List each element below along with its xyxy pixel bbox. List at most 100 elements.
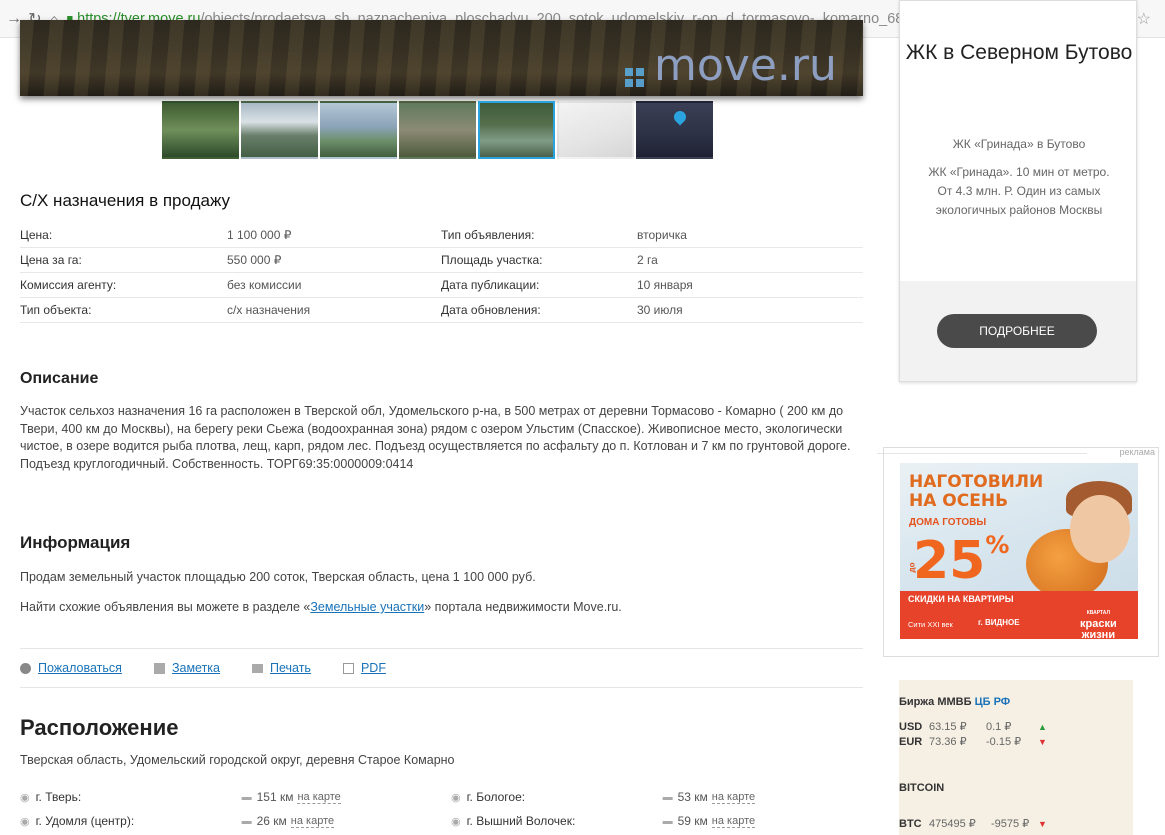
print-icon [252, 663, 263, 673]
location-title: Расположение [20, 715, 179, 740]
description-text: Участок сельхоз назначения 16 га располо… [20, 404, 851, 471]
spec-key: Цена: [20, 228, 53, 242]
spec-key: Дата публикации: [441, 278, 540, 292]
distance-km: 151 км [256, 790, 294, 804]
bookmark-star-icon[interactable]: ☆ [1137, 9, 1151, 29]
distance-km: 26 км [256, 814, 287, 828]
spec-row: Цена: 1 100 000 ₽ Тип объявления: вторичка [20, 223, 863, 248]
complain-label: Пожаловаться [38, 661, 122, 675]
btc-title: BITCOIN [899, 782, 945, 794]
print-button[interactable]: Печать [252, 661, 311, 675]
arrow-up-icon: ▲ [1038, 721, 1047, 732]
ad-container: НАГОТОВИЛИ НА ОСЕНЬ ДОМА ГОТОВЫ до 25% С… [883, 447, 1159, 657]
rate-code: USD [899, 720, 923, 733]
rate-row-usd: USD 63.15 ₽ 0.1 ₽ ▲ [899, 720, 1047, 734]
hero-photo[interactable]: move.ru [20, 20, 863, 96]
location-address: Тверская область, Удомельский городской … [20, 753, 455, 767]
spec-key: Тип объявления: [441, 228, 535, 242]
rate-value: 63.15 ₽ [929, 721, 967, 733]
forward-icon[interactable]: → [6, 10, 22, 28]
ad-brand-line3: жизни [1081, 629, 1116, 640]
complain-button[interactable]: Пожаловаться [20, 661, 122, 675]
car-icon: ▬ [662, 791, 673, 803]
photo-thumbnail[interactable] [399, 101, 476, 159]
map-link[interactable]: на карте [711, 791, 756, 804]
spec-value: вторичка [637, 228, 687, 242]
spec-key: Комиссия агенту: [20, 278, 117, 292]
city-name: г. Тверь: [35, 790, 82, 804]
spec-key: Дата обновления: [441, 303, 541, 317]
rate-value: 73.36 ₽ [929, 736, 967, 748]
photo-thumbnail[interactable] [320, 101, 397, 159]
car-icon: ▬ [662, 815, 673, 827]
spec-key: Площадь участка: [441, 253, 543, 267]
promo-description: ЖК «Гринада». 10 мин от метро. От 4.3 мл… [928, 165, 1110, 217]
map-thumbnail[interactable] [636, 101, 713, 159]
rates-title: Биржа ММВБ ЦБ РФ [899, 696, 1010, 708]
spec-table: Цена: 1 100 000 ₽ Тип объявления: вторичка… [20, 223, 863, 323]
ad-percent-sign: % [985, 531, 1010, 559]
photo-thumbnails [162, 101, 713, 159]
promo-title: ЖК в Северном Бутово [905, 41, 1133, 64]
rate-change: -9575 ₽ [991, 818, 1030, 830]
ad-brand: КВАРТАЛ краски жизни [1080, 608, 1117, 639]
spec-value: без комиссии [227, 278, 302, 292]
spec-value: с/х назначения [227, 303, 311, 317]
rates-widget: Биржа ММВБ ЦБ РФ USD 63.15 ₽ 0.1 ₽ ▲ EUR… [899, 680, 1133, 835]
listing-title: С/Х назначения в продажу [20, 191, 231, 210]
location-pin-icon: ◉ [451, 815, 461, 828]
city-name: г. Вышний Волочек: [466, 814, 576, 828]
spec-value: 30 июля [637, 303, 683, 317]
rate-change: 0.1 ₽ [986, 721, 1012, 733]
map-link[interactable]: на карте [711, 815, 756, 828]
print-label: Печать [270, 661, 311, 675]
map-link[interactable]: на карте [297, 791, 341, 804]
spec-value: 2 га [637, 253, 658, 267]
ad-developer: Сити XXI век [908, 620, 953, 629]
spec-value: 550 000 ₽ [227, 253, 282, 267]
ad-percent-value: 25 [913, 531, 986, 591]
spec-key: Тип объекта: [20, 303, 92, 317]
cbr-link[interactable]: ЦБ РФ [975, 696, 1011, 708]
photo-thumbnail-active[interactable] [478, 101, 555, 159]
distance-row: ◉ г. Удомля (центр): ▬ 26 км на карте ◉ г. Вы… [20, 809, 863, 833]
arrow-down-icon: ▼ [1038, 736, 1047, 747]
pdf-button[interactable]: PDF [342, 661, 386, 675]
info-text: Продам земельный участок площадью 200 со… [20, 570, 536, 584]
distance-list: ◉ г. Тверь: ▬ 151 км на карте ◉ г. Бологое: ▬ 5… [20, 785, 863, 833]
photo-thumbnail[interactable] [241, 101, 318, 159]
info-icon [20, 662, 31, 674]
location-pin-icon: ◉ [20, 791, 30, 804]
spec-value: 1 100 000 ₽ [227, 228, 292, 242]
ad-percent: 25% [913, 531, 1009, 591]
location-pin-icon: ◉ [20, 815, 30, 828]
ad-headline: НАГОТОВИЛИ НА ОСЕНЬ [909, 472, 1044, 511]
car-icon: ▬ [241, 815, 252, 827]
note-icon [153, 662, 165, 674]
land-plots-link[interactable]: Земельные участки [310, 600, 424, 614]
logo-mark-icon [625, 68, 649, 92]
promo-card[interactable]: ЖК в Северном Бутово ЖК «Гринада» в Буто… [899, 0, 1137, 382]
map-link[interactable]: на карте [290, 815, 335, 828]
promo-footer: ПОДРОБНЕЕ [900, 281, 1136, 381]
city-name: г. Удомля (центр): [35, 814, 135, 828]
watermark: move.ru [654, 40, 837, 91]
location-pin-icon: ◉ [451, 791, 461, 804]
ad-banner[interactable]: НАГОТОВИЛИ НА ОСЕНЬ ДОМА ГОТОВЫ до 25% С… [900, 463, 1138, 639]
spec-key: Цена за га: [20, 253, 82, 267]
more-button[interactable]: ПОДРОБНЕЕ [937, 314, 1097, 348]
note-label: Заметка [171, 661, 220, 675]
rate-value: 475495 ₽ [929, 818, 976, 830]
distance-km: 53 км [677, 790, 708, 804]
pdf-label: PDF [360, 661, 386, 675]
info-related-suffix: » портала недвижимости Move.ru. [424, 600, 622, 614]
photo-thumbnail[interactable] [557, 101, 634, 159]
note-button[interactable]: Заметка [153, 661, 220, 675]
photo-thumbnail[interactable] [162, 101, 239, 159]
spec-row: Комиссия агенту: без комиссии Дата публик… [20, 273, 863, 298]
rate-change: -0.15 ₽ [986, 736, 1022, 748]
spec-row: Тип объекта: с/х назначения Дата обновлен… [20, 298, 863, 323]
distance-row: ◉ г. Тверь: ▬ 151 км на карте ◉ г. Бологое: ▬ 5… [20, 785, 863, 809]
description-title: Описание [20, 370, 99, 387]
ad-subheadline: ДОМА ГОТОВЫ [909, 517, 987, 528]
